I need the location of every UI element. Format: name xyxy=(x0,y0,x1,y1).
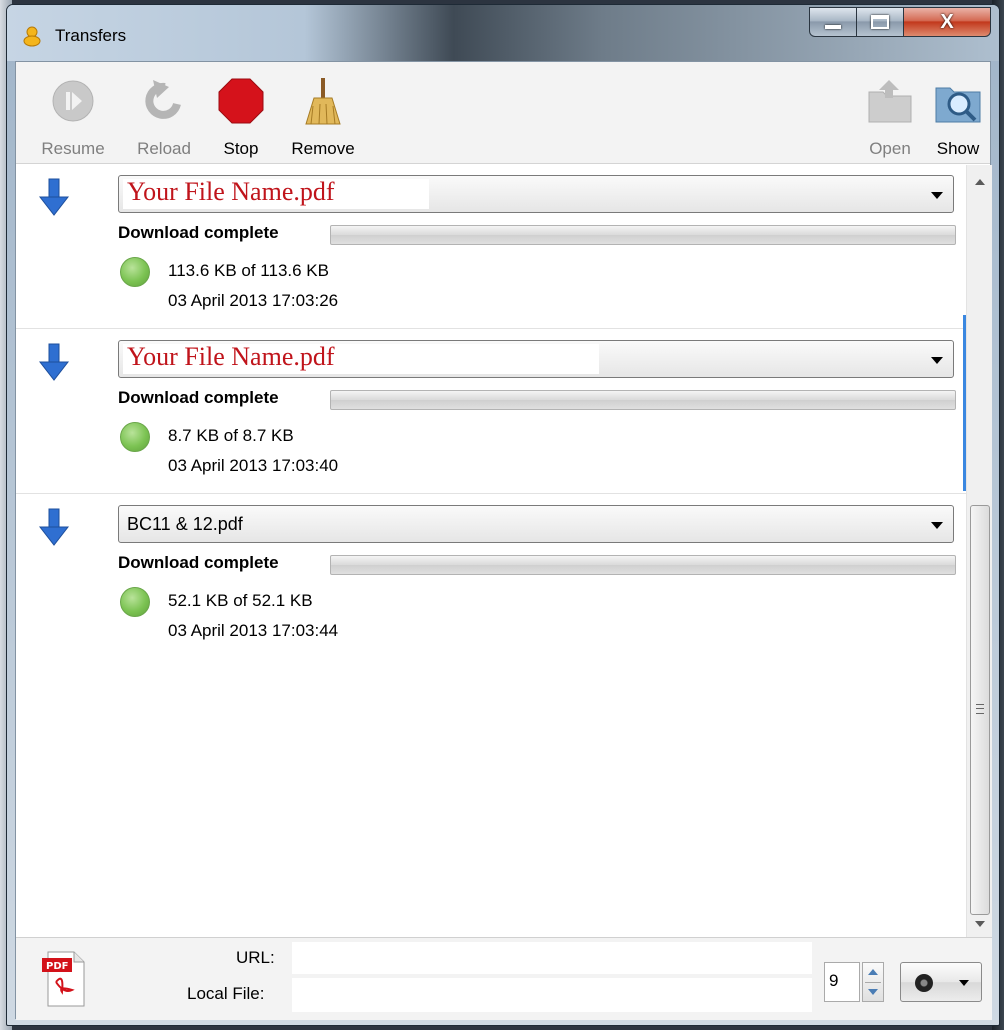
transfers-window: Transfers X Resume Reload Stop Remove Op… xyxy=(6,4,1000,1026)
scroll-down-icon[interactable] xyxy=(975,921,985,927)
remove-button[interactable]: Remove xyxy=(280,76,366,159)
show-button[interactable]: Show xyxy=(928,76,988,159)
filename-text: BC11 & 12.pdf xyxy=(127,514,243,534)
close-icon: X xyxy=(940,10,954,33)
size-text: 113.6 KB of 113.6 KB xyxy=(168,261,329,280)
scrollbar-thumb[interactable] xyxy=(970,505,990,915)
close-button[interactable]: X xyxy=(903,7,991,37)
progress-bar xyxy=(330,555,956,575)
download-arrow-icon xyxy=(38,508,70,546)
vertical-scrollbar[interactable] xyxy=(963,165,992,937)
stepper-down-icon[interactable] xyxy=(868,989,878,995)
progress-bar xyxy=(330,225,956,245)
transfer-item[interactable]: Your File Name.pdf Download complete 8.7… xyxy=(16,330,966,494)
url-label: URL: xyxy=(236,948,275,967)
reload-icon xyxy=(145,80,181,119)
stop-icon xyxy=(218,78,264,124)
chevron-down-icon xyxy=(931,357,943,364)
minimize-icon xyxy=(825,25,841,29)
date-text: 03 April 2013 17:03:26 xyxy=(168,291,339,310)
window-title: Transfers xyxy=(55,26,127,45)
svg-text:PDF: PDF xyxy=(46,961,68,972)
transfers-app-icon xyxy=(23,26,41,47)
filename-dropdown[interactable]: Your File Name.pdf xyxy=(118,175,954,213)
chevron-down-icon xyxy=(931,192,943,199)
filename-text: Your File Name.pdf xyxy=(127,177,335,206)
stop-label: Stop xyxy=(223,139,259,158)
date-text: 03 April 2013 17:03:40 xyxy=(168,456,339,475)
show-label: Show xyxy=(936,139,980,158)
connections-stepper[interactable] xyxy=(862,962,884,1002)
size-text: 8.7 KB of 8.7 KB xyxy=(168,426,294,445)
stop-button[interactable]: Stop xyxy=(212,76,270,159)
gear-icon xyxy=(915,974,933,992)
resume-button[interactable]: Resume xyxy=(30,76,116,159)
focus-indicator xyxy=(963,315,966,491)
local-file-field[interactable] xyxy=(292,978,812,1012)
pdf-file-icon: PDF xyxy=(42,951,85,1007)
details-panel: PDF URL: Local File: 9 xyxy=(16,937,992,1020)
download-arrow-icon xyxy=(38,178,70,216)
local-file-label: Local File: xyxy=(187,984,265,1003)
download-arrow-icon xyxy=(38,343,70,381)
status-text: Download complete xyxy=(118,388,279,407)
status-complete-icon xyxy=(120,422,150,452)
action-menu-button[interactable] xyxy=(900,962,982,1002)
progress-bar xyxy=(330,390,956,410)
size-text: 52.1 KB of 52.1 KB xyxy=(168,591,313,610)
client-area: Resume Reload Stop Remove Open Show Your… xyxy=(15,61,992,1020)
resume-label: Resume xyxy=(41,139,105,158)
toolbar: Resume Reload Stop Remove Open Show xyxy=(16,62,990,164)
remove-label: Remove xyxy=(291,139,355,158)
transfer-item[interactable]: Your File Name.pdf Download complete 113… xyxy=(16,165,966,329)
status-text: Download complete xyxy=(118,553,279,572)
open-button[interactable]: Open xyxy=(860,76,920,159)
open-label: Open xyxy=(869,139,911,158)
filename-dropdown[interactable]: Your File Name.pdf xyxy=(118,340,954,378)
maximize-icon xyxy=(871,15,889,29)
status-complete-icon xyxy=(120,257,150,287)
reload-label: Reload xyxy=(137,139,191,158)
filename-text: Your File Name.pdf xyxy=(127,342,335,371)
chevron-down-icon xyxy=(931,522,943,529)
show-in-folder-icon xyxy=(935,87,981,123)
filename-dropdown[interactable]: BC11 & 12.pdf xyxy=(118,505,954,543)
resume-icon xyxy=(52,80,94,122)
scroll-up-icon[interactable] xyxy=(975,179,985,185)
chevron-down-icon xyxy=(959,980,969,986)
open-folder-icon xyxy=(868,80,912,123)
connections-stepper-value[interactable]: 9 xyxy=(824,962,860,1002)
status-text: Download complete xyxy=(118,223,279,242)
date-text: 03 April 2013 17:03:44 xyxy=(168,621,339,640)
transfer-item[interactable]: BC11 & 12.pdf Download complete 52.1 KB … xyxy=(16,495,966,659)
stepper-up-icon[interactable] xyxy=(868,969,878,975)
status-complete-icon xyxy=(120,587,150,617)
title-bar[interactable]: Transfers X xyxy=(7,5,999,61)
reload-button[interactable]: Reload xyxy=(124,76,204,159)
minimize-button[interactable] xyxy=(809,7,857,37)
broom-icon xyxy=(305,78,341,125)
transfer-list: Your File Name.pdf Download complete 113… xyxy=(16,165,966,937)
maximize-button[interactable] xyxy=(856,7,904,37)
url-field[interactable] xyxy=(292,942,812,974)
grip-icon xyxy=(976,704,984,714)
